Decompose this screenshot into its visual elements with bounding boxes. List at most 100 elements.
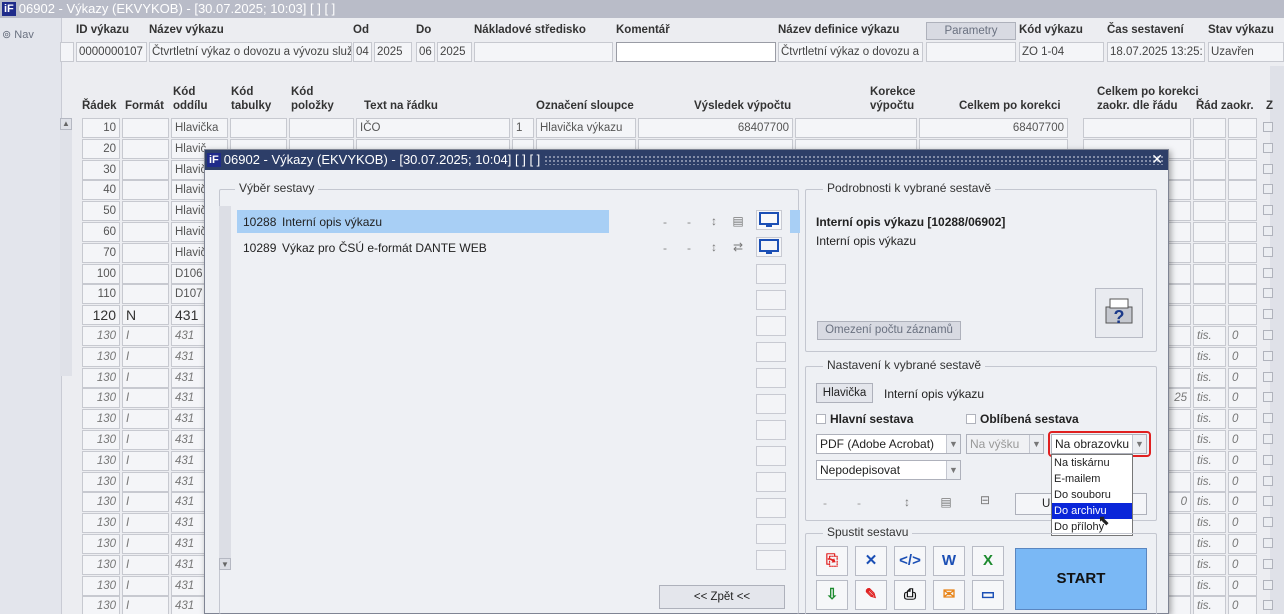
main-report-checkbox[interactable] [816,414,826,424]
table-cell[interactable]: tis. [1193,492,1226,513]
do-year-field[interactable]: 2025 [437,42,472,62]
sort-icon[interactable]: ↕ [707,214,721,228]
scroll-down-icon[interactable]: ▼ [219,558,231,570]
report-name[interactable]: Výkaz pro ČSÚ e-formát DANTE WEB [282,241,487,255]
start-button[interactable]: START [1015,548,1147,610]
table-cell[interactable]: tis. [1193,388,1226,409]
attach-run-button[interactable]: ✎ [855,580,887,610]
table-cell[interactable]: 60 [82,222,120,242]
table-cell[interactable] [1228,180,1257,201]
table-cell[interactable] [1193,305,1226,326]
report-action-button[interactable] [756,342,786,362]
row-checkbox[interactable] [1263,558,1273,569]
table-cell[interactable]: tis. [1193,596,1226,614]
row-selector[interactable] [60,42,74,62]
table-cell[interactable] [1228,284,1257,305]
table-cell[interactable]: 100 [82,263,120,284]
row-checkbox[interactable] [1263,142,1273,153]
table-cell[interactable]: I [122,450,169,471]
params-button[interactable]: Parametry [926,22,1016,40]
scroll-up-icon[interactable]: ▲ [60,118,72,130]
table-cell[interactable] [795,118,917,138]
table-cell[interactable]: 120 [82,305,120,326]
report-id[interactable]: 10289 [243,241,276,255]
table-cell[interactable] [1193,180,1226,201]
row-checkbox[interactable] [1263,330,1273,340]
table-cell[interactable]: 110 [82,284,120,305]
select-scrollbar[interactable] [219,206,231,570]
table-cell[interactable]: Hlavička [171,118,228,138]
table-cell[interactable]: 0 [1228,409,1257,430]
pdf-icon[interactable]: ▤ [939,495,953,509]
output-option[interactable]: Do archivu [1052,503,1132,519]
excel-run-button[interactable]: X [972,546,1004,576]
row-checkbox[interactable] [1263,350,1273,361]
center-field[interactable] [474,42,613,62]
od-year-field[interactable]: 2025 [374,42,412,62]
row-checkbox[interactable] [1263,600,1273,611]
state-field[interactable]: Uzavřen [1208,42,1284,62]
table-cell[interactable]: 0 [1228,450,1257,471]
table-cell[interactable]: 30 [82,159,120,180]
table-cell[interactable] [122,222,169,242]
output-select[interactable]: Na obrazovku ▼ [1051,434,1147,454]
table-cell[interactable] [122,242,169,263]
table-cell[interactable]: 0 [1228,554,1257,575]
table-cell[interactable] [122,180,169,201]
id-field[interactable]: 0000000107 [76,42,147,62]
table-cell[interactable]: 130 [82,367,120,388]
table-cell[interactable] [1193,118,1226,138]
table-cell[interactable] [1228,201,1257,222]
orientation-select[interactable]: Na výšku ▼ [966,434,1044,454]
report-action-button[interactable] [756,498,786,518]
report-action-button[interactable] [756,394,786,414]
table-cell[interactable]: 130 [82,492,120,513]
row-checkbox[interactable] [1263,434,1273,444]
table-cell[interactable]: 1 [512,118,534,138]
table-cell[interactable] [230,118,287,138]
table-cell[interactable]: 0 [1228,388,1257,409]
report-id[interactable]: 10288 [243,215,276,229]
output-dropdown[interactable]: Na tiskárnu E-mailem Do souboru Do archivu D… [1051,454,1133,536]
table-cell[interactable] [122,138,169,159]
table-cell[interactable]: 130 [82,554,120,575]
table-cell[interactable] [122,201,169,222]
table-cell[interactable]: IČO [356,118,510,138]
chevron-down-icon[interactable]: ▼ [946,435,960,453]
table-cell[interactable]: 0 [1228,596,1257,614]
table-cell[interactable]: 0 [1228,430,1257,450]
table-cell[interactable]: I [122,430,169,450]
table-cell[interactable]: 0 [1228,534,1257,554]
report-action-button[interactable] [756,264,786,284]
back-button[interactable]: << Zpět << [659,585,785,609]
report-name[interactable]: Interní opis výkazu [282,215,382,229]
table-cell[interactable] [122,159,169,180]
table-cell[interactable]: 68407700 [638,118,793,138]
row-checkbox[interactable] [1263,517,1273,528]
table-cell[interactable] [122,263,169,284]
table-cell[interactable] [1228,222,1257,242]
download-run-button[interactable]: ⇩ [816,580,848,610]
sort-icon[interactable]: ↕ [707,240,721,254]
table-cell[interactable]: I [122,326,169,346]
table-cell[interactable]: I [122,409,169,430]
row-checkbox[interactable] [1263,309,1273,320]
report-action-button[interactable] [756,472,786,492]
table-cell[interactable]: N [122,305,169,326]
screen-icon[interactable] [756,237,782,257]
comment-field[interactable] [616,42,776,62]
fav-report-checkbox[interactable] [966,414,976,424]
row-checkbox[interactable] [1263,496,1273,507]
table-cell[interactable] [1228,242,1257,263]
row-checkbox[interactable] [1263,205,1273,216]
table-cell[interactable]: 130 [82,409,120,430]
table-cell[interactable]: I [122,346,169,367]
report-action-button[interactable] [756,524,786,544]
report-action-button[interactable] [756,368,786,388]
table-cell[interactable]: 130 [82,346,120,367]
report-action-button[interactable] [756,316,786,336]
table-cell[interactable]: I [122,554,169,575]
report-action-button[interactable] [756,446,786,466]
report-action-button[interactable] [756,420,786,440]
table-cell[interactable]: tis. [1193,430,1226,450]
